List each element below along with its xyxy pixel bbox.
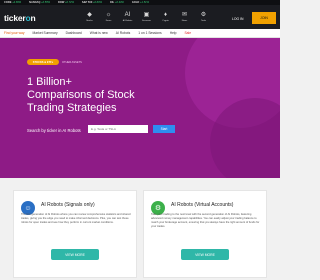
main-nav: ◆ Stocks ☼ Forex AI AI Robots ▣ Screener ♦ Cr… [80,8,213,26]
nav-stocks[interactable]: ◆ Stocks [80,8,99,26]
nav-screener[interactable]: ▣ Screener [137,8,156,26]
view-more-button[interactable]: VIEW MORE [181,249,229,260]
ticker-item[interactable]: GOLD +1.51% [128,1,153,4]
ticker-item[interactable]: NASDAQ +0.58% [25,1,54,4]
ticker-item[interactable]: CODE +4.86% [0,1,25,4]
crypto-icon: ♦ [163,12,168,18]
subnav-dashboard[interactable]: Dashboard [66,31,82,35]
ticker-search-input[interactable] [88,125,148,133]
card-signals-only: ☺ AI Robots (Signals only) The first gen… [13,190,137,278]
top-navigation-bar: tickeron ◆ Stocks ☼ Forex AI AI Robots ▣ Scr… [0,5,280,29]
tab-stocks-etfs[interactable]: STOCKS & ETFs [27,59,59,65]
view-more-button[interactable]: VIEW MORE [51,249,99,260]
forex-icon: ☼ [105,12,112,18]
card-title[interactable]: AI Robots (Signals only) [41,202,95,208]
ticker-item[interactable]: S&P 500 +0.69% [78,1,106,4]
tab-other-assets[interactable]: OTHER ASSETS [62,59,82,65]
card-description: Take your trading to the next level with… [151,213,260,228]
subnav-what-is-new[interactable]: What is new [90,31,108,35]
ticker-item[interactable]: DOW +0.72% [54,1,78,4]
tools-icon: ⚙ [200,12,207,18]
ai-icon: AI [124,12,131,18]
hero-headline-line2: Comparisons of Stock [27,89,135,101]
search-label: Search by ticker in AI Robots [27,128,81,133]
subnav-sale[interactable]: Sale [184,31,191,35]
subnav-market-summary[interactable]: Market Summary [33,31,58,35]
sub-navigation: Find your way Market Summary Dashboard W… [0,29,280,38]
card-virtual-accounts: ⚙ AI Robots (Virtual Accounts) Take your… [143,190,267,278]
nav-crypto[interactable]: ♦ Crypto [156,8,175,26]
stocks-icon: ◆ [87,12,92,18]
screener-icon: ▣ [143,12,150,18]
news-icon: ✉ [181,12,188,18]
ticker-item[interactable]: OIL +0.33% [106,1,128,4]
nav-ai-robots[interactable]: AI AI Robots [118,8,137,26]
nav-tools[interactable]: ⚙ Tools [194,8,213,26]
nav-news[interactable]: ✉ News [175,8,194,26]
join-button[interactable]: JOIN [252,12,276,24]
subnav-ai-robots[interactable]: AI Robots [116,31,130,35]
hero-headline-line3: Trading Strategies [27,102,117,114]
subnav-find-your-way[interactable]: Find your way [4,31,25,35]
search-start-button[interactable]: Start [153,125,175,133]
site-logo[interactable]: tickeron [4,13,36,23]
card-description: The first generation of AI Robots where … [21,213,131,224]
hero-headline-line1: 1 Billion+ [27,76,72,88]
card-title[interactable]: AI Robots (Virtual Accounts) [171,202,233,208]
nav-forex[interactable]: ☼ Forex [99,8,118,26]
subnav-help[interactable]: Help [170,31,177,35]
subnav-sessions[interactable]: 1 on 1 Sessions [138,31,161,35]
login-link[interactable]: LOG IN [232,17,244,21]
hero-banner: STOCKS & ETFs OTHER ASSETS 1 Billion+ Co… [0,38,280,178]
